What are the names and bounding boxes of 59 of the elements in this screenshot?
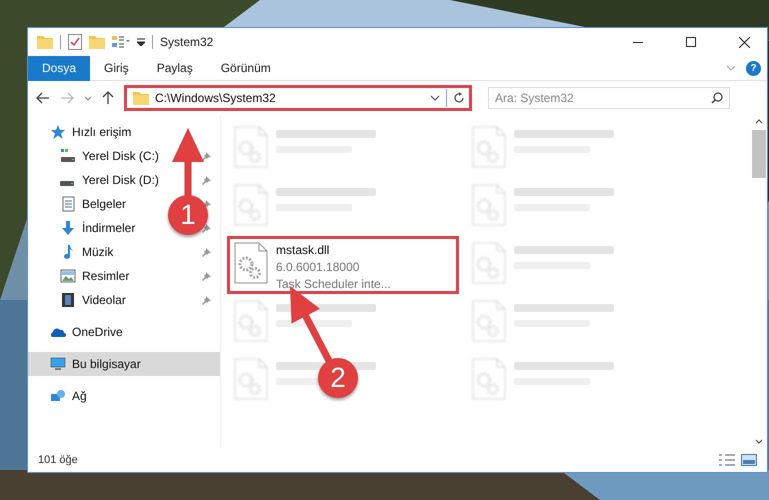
up-arrow-icon[interactable] bbox=[102, 91, 114, 105]
address-path: C:\Windows\System32 bbox=[155, 90, 277, 107]
ribbon-tab[interactable]: Dosya bbox=[28, 56, 90, 80]
file-gears-icon bbox=[234, 242, 268, 284]
sidebar-item[interactable]: Resimler bbox=[82, 267, 130, 285]
sidebar-item[interactable]: Belgeler bbox=[82, 195, 126, 213]
network-icon bbox=[50, 388, 66, 404]
film-icon bbox=[60, 292, 76, 308]
sidebar-item[interactable]: Yerel Disk (C:) bbox=[82, 147, 159, 165]
sidebar-item[interactable]: İndirmeler bbox=[82, 219, 136, 237]
search-input[interactable]: Ara: System32 bbox=[495, 89, 711, 107]
sidebar-item[interactable]: Ağ bbox=[72, 387, 87, 405]
file-item[interactable]: mstask.dll 6.0.6001.18000 Task Scheduler inte... bbox=[227, 236, 459, 294]
properties-icon[interactable] bbox=[112, 35, 130, 49]
checklist-icon[interactable] bbox=[68, 34, 82, 50]
refresh-icon[interactable] bbox=[453, 92, 465, 104]
sidebar-item[interactable]: Yerel Disk (D:) bbox=[82, 171, 159, 189]
sidebar-item[interactable]: Bu bilgisayar bbox=[28, 352, 220, 376]
file-detail: 6.0.6001.18000 bbox=[276, 259, 360, 276]
ribbon-tab[interactable]: Paylaş bbox=[142, 56, 207, 80]
chevron-icon[interactable] bbox=[430, 95, 440, 101]
search-field[interactable]: Ara: System32 bbox=[488, 87, 730, 109]
download-icon bbox=[60, 220, 76, 236]
close-icon bbox=[738, 36, 750, 48]
folder-icon bbox=[37, 35, 53, 49]
file-name: mstask.dll bbox=[276, 242, 330, 259]
large-icons-view-icon[interactable] bbox=[741, 454, 757, 466]
address-field[interactable]: C:\Windows\System32 bbox=[124, 85, 472, 111]
window-title: System32 bbox=[160, 34, 214, 51]
ribbon-tab[interactable]: Giriş bbox=[90, 56, 143, 80]
folder-icon bbox=[133, 91, 149, 105]
ribbon-tab[interactable]: Görünüm bbox=[206, 56, 285, 80]
image-icon bbox=[60, 268, 76, 284]
pin-icon[interactable] bbox=[202, 247, 212, 257]
star-icon bbox=[50, 124, 66, 140]
scroll-up-icon[interactable] bbox=[755, 119, 763, 124]
folder-icon bbox=[89, 35, 105, 49]
pin-icon[interactable] bbox=[202, 151, 212, 161]
file-detail: Task Scheduler inte... bbox=[276, 276, 391, 293]
pin-icon[interactable] bbox=[202, 271, 212, 281]
back-arrow-icon[interactable] bbox=[36, 92, 50, 104]
search-icon[interactable] bbox=[711, 92, 723, 104]
sidebar-item[interactable]: Videolar bbox=[82, 291, 126, 309]
computer-icon bbox=[50, 356, 66, 372]
sidebar-item[interactable]: Hızlı erişim bbox=[72, 123, 132, 141]
sidebar-item[interactable]: Müzik bbox=[82, 243, 114, 261]
scroll-thumb[interactable] bbox=[752, 130, 766, 178]
pin-icon[interactable] bbox=[202, 295, 212, 305]
details-view-icon[interactable] bbox=[719, 454, 735, 466]
drive-icon bbox=[60, 148, 76, 164]
scroll-down-icon[interactable] bbox=[755, 439, 763, 444]
sidebar-item[interactable]: OneDrive bbox=[72, 323, 123, 341]
item-count: 101 öğe bbox=[38, 452, 79, 468]
pin-icon[interactable] bbox=[202, 175, 212, 185]
help-icon[interactable]: ? bbox=[746, 60, 761, 76]
dropdown-icon[interactable] bbox=[137, 38, 145, 46]
document-icon bbox=[60, 196, 76, 212]
drive-icon bbox=[60, 181, 74, 186]
pin-icon[interactable] bbox=[202, 223, 212, 233]
